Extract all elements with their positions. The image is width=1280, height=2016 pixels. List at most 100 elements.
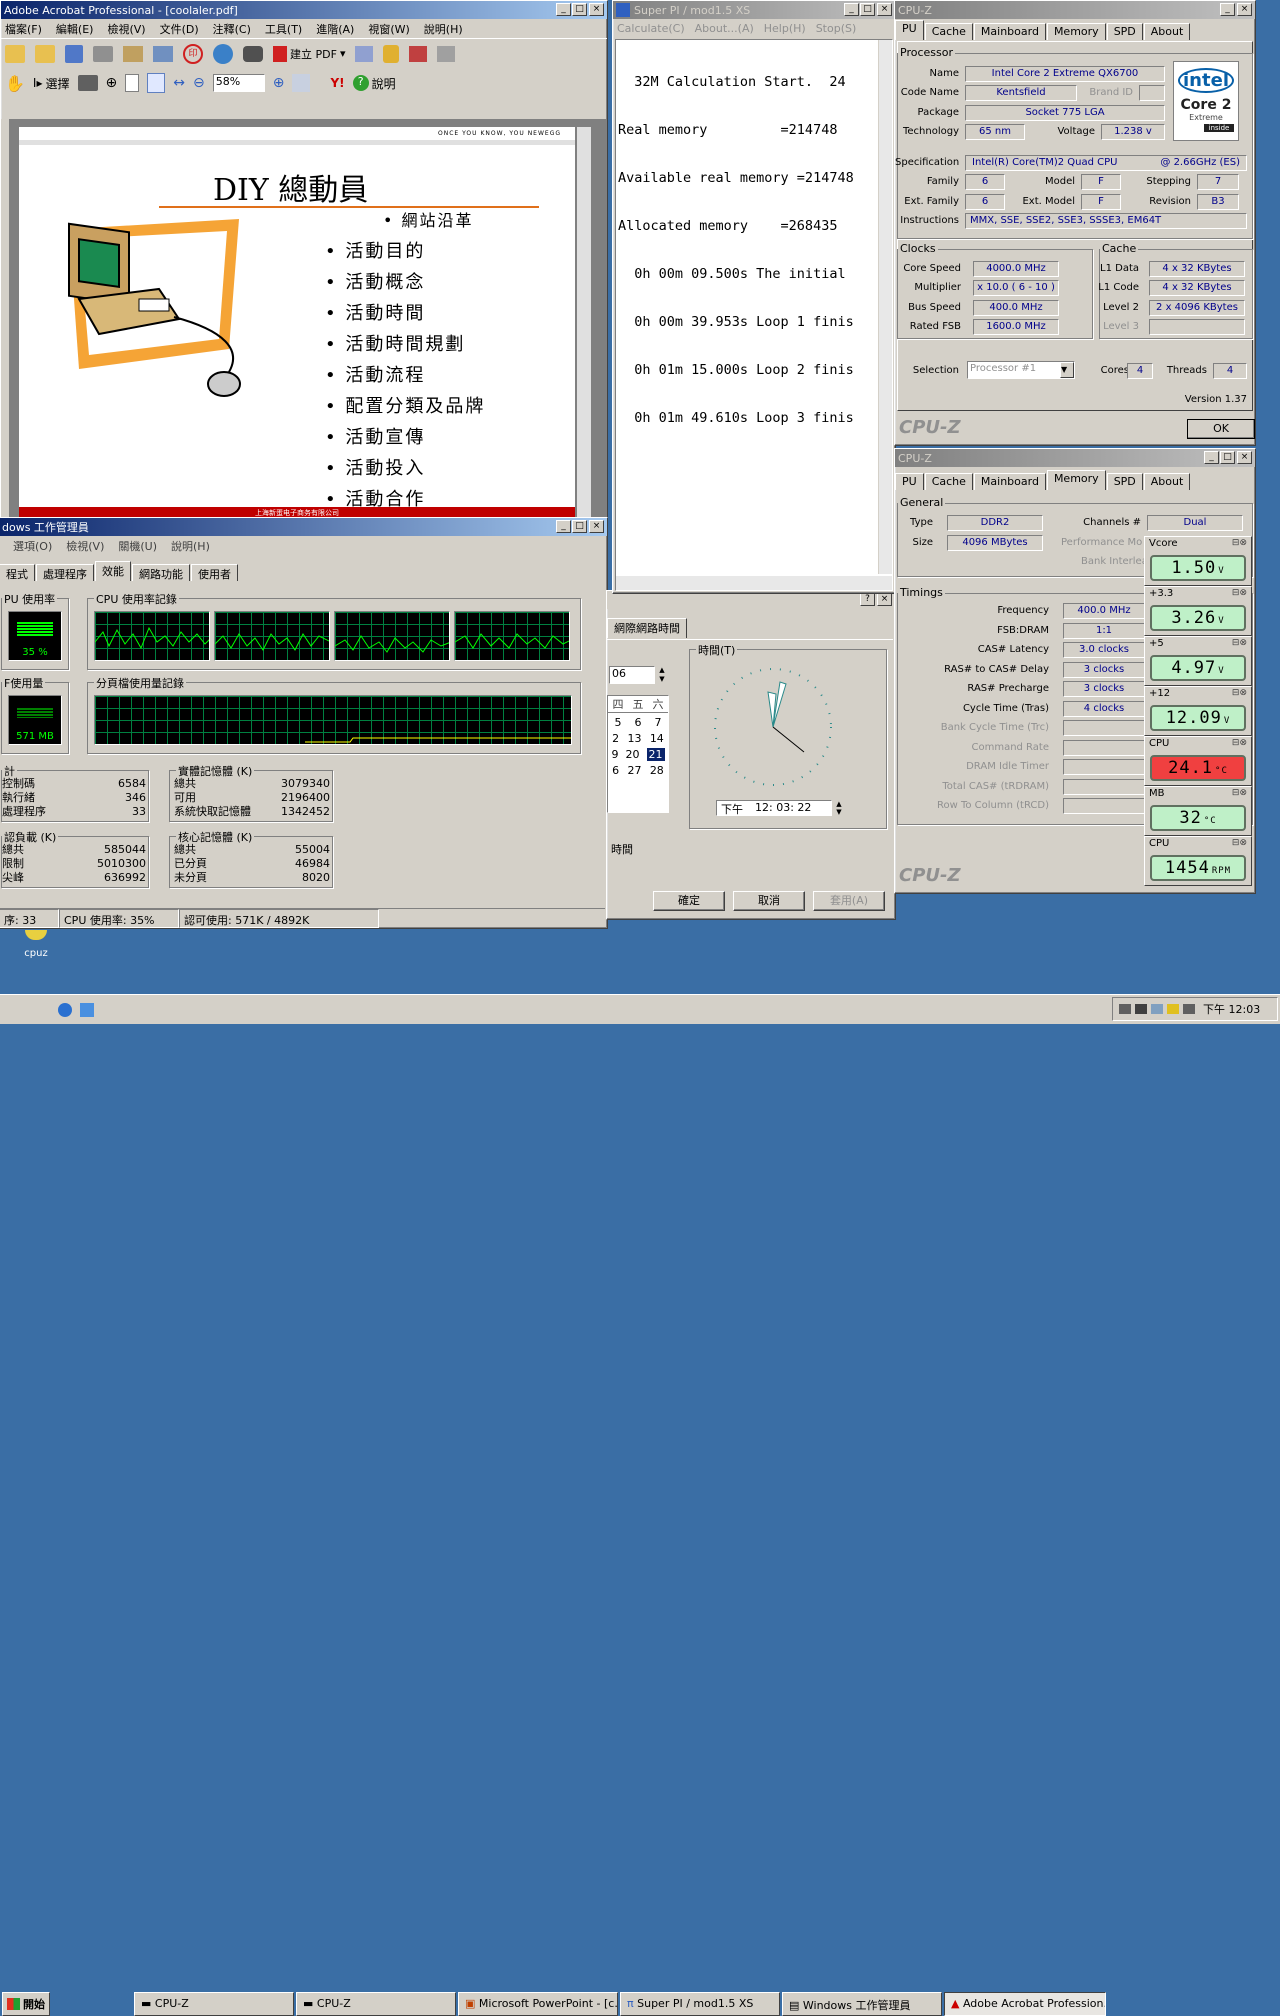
superpi-hscrollbar[interactable]: [616, 576, 892, 590]
menu-options[interactable]: 選項(O): [13, 538, 52, 554]
sensor-gadget[interactable]: +3.3 ⊟⊗ 3.26 V: [1144, 586, 1252, 636]
help-button[interactable]: ?: [860, 593, 875, 606]
menu-help[interactable]: Help(H): [764, 22, 806, 35]
chevron-down-icon[interactable]: ▼: [1060, 362, 1074, 378]
tab-memory[interactable]: Memory: [1046, 23, 1106, 40]
year-spin-arrows[interactable]: ▲ ▼: [655, 666, 669, 684]
settings-icon[interactable]: ⊟⊗: [1232, 538, 1247, 548]
close-button[interactable]: ×: [589, 520, 604, 533]
volume-icon[interactable]: [1183, 1004, 1195, 1014]
menu-view[interactable]: 檢視(V): [66, 538, 104, 554]
tab-cache[interactable]: Cache: [924, 473, 973, 490]
menu-about[interactable]: About...(A): [695, 22, 754, 35]
sensor-gadget[interactable]: +5 ⊟⊗ 4.97 V: [1144, 636, 1252, 686]
sensor-gadget[interactable]: CPU ⊟⊗ 24.1 °C: [1144, 736, 1252, 786]
sensor-gadget[interactable]: Vcore ⊟⊗ 1.50 V: [1144, 536, 1252, 586]
calendar-day[interactable]: 9: [612, 748, 619, 761]
acrobat-vscrollbar[interactable]: [577, 127, 591, 519]
tab-spd[interactable]: SPD: [1106, 473, 1143, 490]
settings-icon[interactable]: ⊟⊗: [1232, 638, 1247, 648]
time-spin-arrows[interactable]: ▲ ▼: [832, 800, 846, 816]
lock-icon[interactable]: [383, 44, 400, 63]
task-powerpoint[interactable]: ▣ Microsoft PowerPoint - [c...: [458, 1992, 618, 2016]
calendar-day[interactable]: 13: [627, 732, 641, 745]
time-field[interactable]: 下午 12: 03: 22: [716, 800, 832, 816]
settings-icon[interactable]: ⊟⊗: [1232, 738, 1247, 748]
battery-icon[interactable]: [1167, 1004, 1179, 1014]
taskmgr-titlebar[interactable]: dows 工作管理員 _ □ ×: [0, 518, 607, 536]
keyboard-icon[interactable]: [1119, 1004, 1131, 1014]
calendar-day[interactable]: 28: [650, 764, 664, 777]
globe-icon[interactable]: [213, 43, 233, 64]
task-cpuz-1[interactable]: ▬ CPU-Z: [134, 1992, 294, 2016]
maximize-button[interactable]: □: [572, 3, 587, 16]
minimize-button[interactable]: _: [556, 520, 571, 533]
organize-icon[interactable]: [35, 44, 55, 63]
ie-icon[interactable]: [58, 1003, 72, 1017]
calendar-day-selected[interactable]: 21: [646, 748, 665, 761]
close-button[interactable]: ×: [589, 3, 604, 16]
superpi-titlebar[interactable]: Super PI / mod1.5 XS _ □ ×: [613, 1, 895, 19]
cpuz-memory-titlebar[interactable]: CPU-Z _ □ ×: [895, 449, 1255, 467]
form-icon[interactable]: [437, 45, 456, 62]
network-icon[interactable]: [1135, 1004, 1147, 1014]
tab-cpu[interactable]: PU: [895, 473, 924, 490]
sensor-gadget[interactable]: CPU ⊟⊗ 1454 RPM: [1144, 836, 1252, 886]
calendar-day[interactable]: 27: [627, 764, 641, 777]
task-acrobat[interactable]: ▲ Adobe Acrobat Profession...: [944, 1992, 1106, 2016]
email-icon[interactable]: [123, 45, 143, 62]
create-pdf-button[interactable]: 建立 PDF ▾: [273, 45, 345, 62]
close-button[interactable]: ×: [1237, 451, 1252, 464]
tab-mainboard[interactable]: Mainboard: [973, 23, 1046, 40]
task-cpuz-2[interactable]: ▬ CPU-Z: [296, 1992, 456, 2016]
stamp-icon[interactable]: 印: [183, 43, 203, 64]
yahoo-icon[interactable]: Y!: [330, 76, 344, 90]
select-tool[interactable]: I▸ 選擇: [33, 75, 70, 92]
minimize-button[interactable]: _: [1220, 3, 1235, 16]
sensor-gadget[interactable]: MB ⊟⊗ 32 °C: [1144, 786, 1252, 836]
maximize-button[interactable]: □: [860, 3, 875, 16]
zoom-in-icon[interactable]: ⊕: [106, 75, 118, 91]
year-spinner[interactable]: 06: [609, 666, 655, 684]
tab-about[interactable]: About: [1143, 473, 1191, 490]
minimize-button[interactable]: _: [1204, 451, 1219, 464]
menu-tools[interactable]: 工具(T): [265, 21, 302, 37]
calendar-day[interactable]: 20: [626, 748, 640, 761]
tab-internet-time[interactable]: 網際網路時間: [607, 618, 687, 638]
task-taskmgr[interactable]: ▤ Windows 工作管理員: [782, 1992, 942, 2016]
calendar-day[interactable]: 14: [650, 732, 664, 745]
tab-networking[interactable]: 網路功能: [132, 564, 190, 581]
tab-mainboard[interactable]: Mainboard: [973, 473, 1046, 490]
calendar-day[interactable]: 7: [655, 716, 662, 729]
sensor-gadget[interactable]: +12 ⊟⊗ 12.09 V: [1144, 686, 1252, 736]
menu-help[interactable]: 說明(H): [171, 538, 210, 554]
fit-page-icon[interactable]: [147, 73, 166, 93]
apply-button[interactable]: 套用(A): [813, 891, 885, 911]
ok-button[interactable]: 確定: [653, 891, 725, 911]
menu-comments[interactable]: 注釋(C): [213, 21, 251, 37]
save-icon[interactable]: [65, 44, 83, 63]
sign-icon[interactable]: [409, 45, 428, 62]
calendar-day[interactable]: 2: [612, 732, 619, 745]
tab-spd[interactable]: SPD: [1106, 23, 1143, 40]
settings-icon[interactable]: ⊟⊗: [1232, 588, 1247, 598]
tab-performance[interactable]: 效能: [95, 561, 131, 581]
zoom-field[interactable]: 58%: [212, 74, 265, 92]
help-button[interactable]: ? 說明: [352, 75, 396, 92]
calendar-day[interactable]: 5: [615, 716, 622, 729]
binoculars-icon[interactable]: [243, 45, 263, 62]
zoom-plus-icon[interactable]: ⊕: [273, 75, 285, 91]
task-superpi[interactable]: π Super PI / mod1.5 XS: [620, 1992, 780, 2016]
hand-icon[interactable]: ✋: [5, 74, 25, 93]
menu-advanced[interactable]: 進階(A): [316, 21, 354, 37]
start-button[interactable]: 開始: [2, 1992, 50, 2016]
menu-stop[interactable]: Stop(S): [816, 22, 857, 35]
minimize-button[interactable]: _: [844, 3, 859, 16]
tab-cpu[interactable]: PU: [895, 20, 924, 40]
menu-help[interactable]: 說明(H): [424, 21, 463, 37]
menu-document[interactable]: 文件(D): [160, 21, 199, 37]
cpuz-cpu-titlebar[interactable]: CPU-Z _ ×: [895, 1, 1255, 19]
maximize-button[interactable]: □: [572, 520, 587, 533]
zoom-out-icon[interactable]: ⊖: [193, 75, 205, 91]
settings-icon[interactable]: ⊟⊗: [1232, 688, 1247, 698]
